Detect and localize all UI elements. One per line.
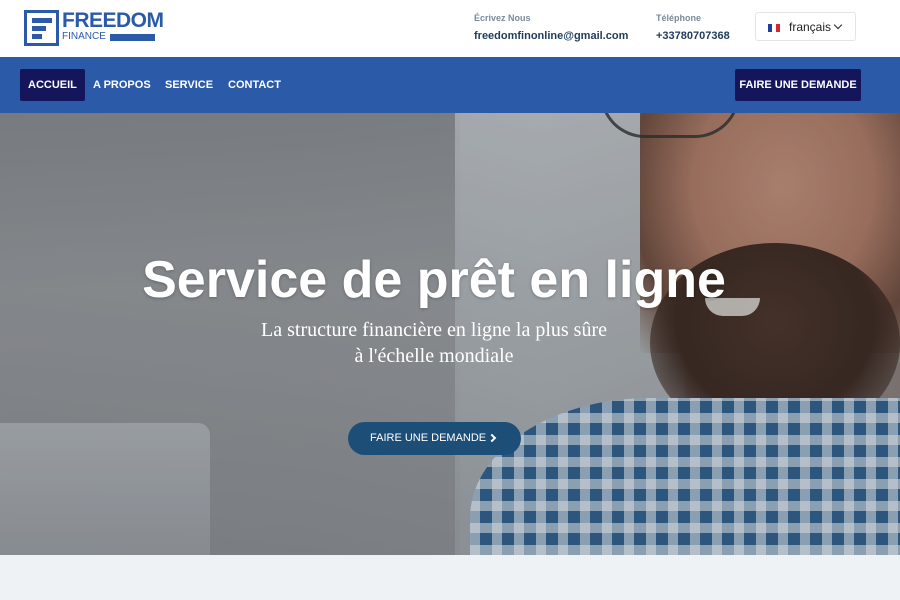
nav-item-service[interactable]: SERVICE — [157, 69, 221, 101]
hero-subtitle-line2: à l'échelle mondiale — [354, 345, 514, 367]
nav-item-contact[interactable]: CONTACT — [220, 69, 289, 101]
brand-name: FREEDOM — [62, 9, 164, 32]
hero-request-button[interactable]: FAIRE UNE DEMANDE — [348, 422, 521, 455]
hero-subtitle-line1: La structure financière en ligne la plus… — [261, 319, 607, 341]
logo-icon — [24, 10, 59, 46]
hero-title: Service de prêt en ligne — [142, 251, 726, 309]
top-bar: FREEDOM FINANCE Écrivez Nous freedomfino… — [0, 0, 900, 57]
content-area — [0, 555, 900, 600]
chevron-down-icon — [833, 20, 843, 30]
language-selector[interactable]: français — [755, 12, 856, 41]
contact-email-block: Écrivez Nous freedomfinonline@gmail.com — [474, 13, 628, 43]
email-label: Écrivez Nous — [474, 13, 531, 23]
brand-sub: FINANCE — [62, 31, 155, 42]
language-label: français — [789, 20, 832, 34]
nav-item-a-propos[interactable]: A PROPOS — [85, 69, 159, 101]
phone-label: Téléphone — [656, 13, 702, 23]
main-nav: ACCUEIL A PROPOS SERVICE CONTACT FAIRE U… — [0, 57, 900, 113]
nav-request-button[interactable]: FAIRE UNE DEMANDE — [735, 69, 861, 101]
fr-flag-icon — [768, 24, 780, 32]
hero-request-label: FAIRE UNE DEMANDE — [370, 432, 487, 444]
hero-subtitle: La structure financière en ligne la plus… — [234, 317, 634, 369]
hero-section: Service de prêt en ligne La structure fi… — [0, 113, 900, 555]
brand-logo[interactable]: FREEDOM FINANCE — [24, 10, 164, 46]
nav-item-accueil[interactable]: ACCUEIL — [20, 69, 85, 101]
brand-sub-bar — [110, 34, 155, 41]
chevron-right-icon — [487, 433, 497, 443]
brand-sub-text: FINANCE — [62, 31, 106, 42]
email-link[interactable]: freedomfinonline@gmail.com — [474, 29, 628, 43]
contact-phone-block: Téléphone +33780707368 — [656, 13, 730, 43]
phone-link[interactable]: +33780707368 — [656, 29, 730, 43]
